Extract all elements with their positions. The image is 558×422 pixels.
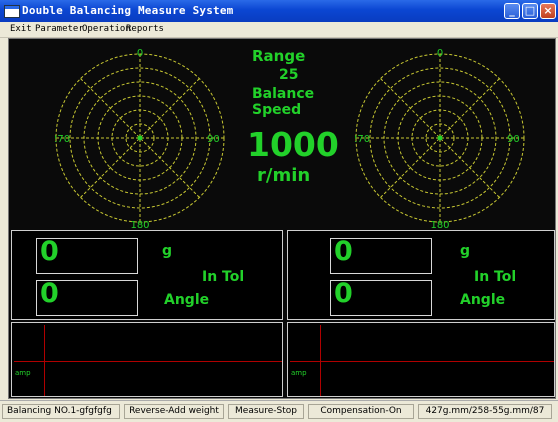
left-weight-field: 0 bbox=[36, 236, 138, 274]
right-plot-x-axis bbox=[290, 361, 554, 362]
app-icon bbox=[4, 5, 20, 18]
left-weight-unit: g bbox=[162, 243, 173, 259]
left-amplitude-plot: amp bbox=[11, 322, 283, 397]
left-angle-value: 0 bbox=[40, 278, 59, 309]
left-polar-dial: 0 90 180 270 bbox=[55, 48, 225, 231]
left-dial-label-90: 90 bbox=[207, 134, 220, 145]
range-value: 25 bbox=[279, 67, 299, 83]
left-angle-field: 0 bbox=[36, 278, 138, 316]
right-amplitude-plot: amp bbox=[287, 322, 555, 397]
left-weight-value: 0 bbox=[40, 236, 59, 267]
left-plot-axis-label: amp bbox=[15, 369, 31, 377]
measure-display: 0 90 180 270 0 90 180 270 Range 25 Balan… bbox=[8, 38, 556, 399]
menu-parameter[interactable]: Parameter bbox=[35, 24, 84, 34]
left-measure-panel: 0 0 g In Tol Angle bbox=[11, 230, 283, 320]
status-bar: Balancing NO.1-gfgfgfg Reverse-Add weigh… bbox=[0, 400, 558, 422]
status-measure: Measure-Stop bbox=[228, 404, 304, 419]
right-dial-label-0: 0 bbox=[437, 48, 443, 59]
menu-bar: Exit Parameter Operation Reports bbox=[0, 22, 558, 38]
status-mode: Reverse-Add weight bbox=[124, 404, 224, 419]
right-weight-field: 0 bbox=[330, 236, 432, 274]
right-dial-label-90: 90 bbox=[507, 134, 520, 145]
speed-value: 1000 bbox=[247, 125, 339, 164]
right-angle-field: 0 bbox=[330, 278, 432, 316]
menu-reports[interactable]: Reports bbox=[126, 24, 164, 34]
right-measure-panel: 0 0 g In Tol Angle bbox=[287, 230, 555, 320]
balance-speed-label-1: Balance bbox=[252, 86, 315, 102]
right-dial-label-270: 270 bbox=[355, 134, 370, 145]
speed-unit: r/min bbox=[257, 165, 311, 186]
close-button[interactable]: × bbox=[540, 3, 556, 19]
minimize-button[interactable]: _ bbox=[504, 3, 520, 19]
right-vector-marker bbox=[437, 135, 443, 141]
right-weight-unit: g bbox=[460, 243, 471, 259]
left-dial-label-270: 270 bbox=[55, 134, 70, 145]
left-vector-marker bbox=[137, 135, 143, 141]
menu-operation[interactable]: Operation bbox=[82, 24, 131, 34]
right-weight-value: 0 bbox=[334, 236, 353, 267]
right-angle-label: Angle bbox=[460, 292, 506, 308]
right-tolerance-status: In Tol bbox=[474, 269, 517, 285]
maximize-button[interactable]: □ bbox=[522, 3, 538, 19]
status-compensation: Compensation-On bbox=[308, 404, 414, 419]
menu-exit[interactable]: Exit bbox=[10, 24, 32, 34]
right-polar-dial: 0 90 180 270 bbox=[355, 48, 525, 231]
range-label: Range bbox=[252, 47, 306, 65]
left-angle-label: Angle bbox=[164, 292, 210, 308]
left-dial-label-0: 0 bbox=[137, 48, 143, 59]
left-plot-x-axis bbox=[14, 361, 282, 362]
right-plot-axis-label: amp bbox=[291, 369, 307, 377]
balance-speed-label-2: Speed bbox=[252, 102, 302, 118]
right-angle-value: 0 bbox=[334, 278, 353, 309]
window-title: Double Balancing Measure System bbox=[22, 4, 234, 17]
title-bar[interactable]: Double Balancing Measure System _ □ × bbox=[0, 0, 558, 22]
status-readout: 427g.mm/258-55g.mm/87 bbox=[418, 404, 552, 419]
left-tolerance-status: In Tol bbox=[202, 269, 245, 285]
status-balancing-no: Balancing NO.1-gfgfgfg bbox=[2, 404, 120, 419]
